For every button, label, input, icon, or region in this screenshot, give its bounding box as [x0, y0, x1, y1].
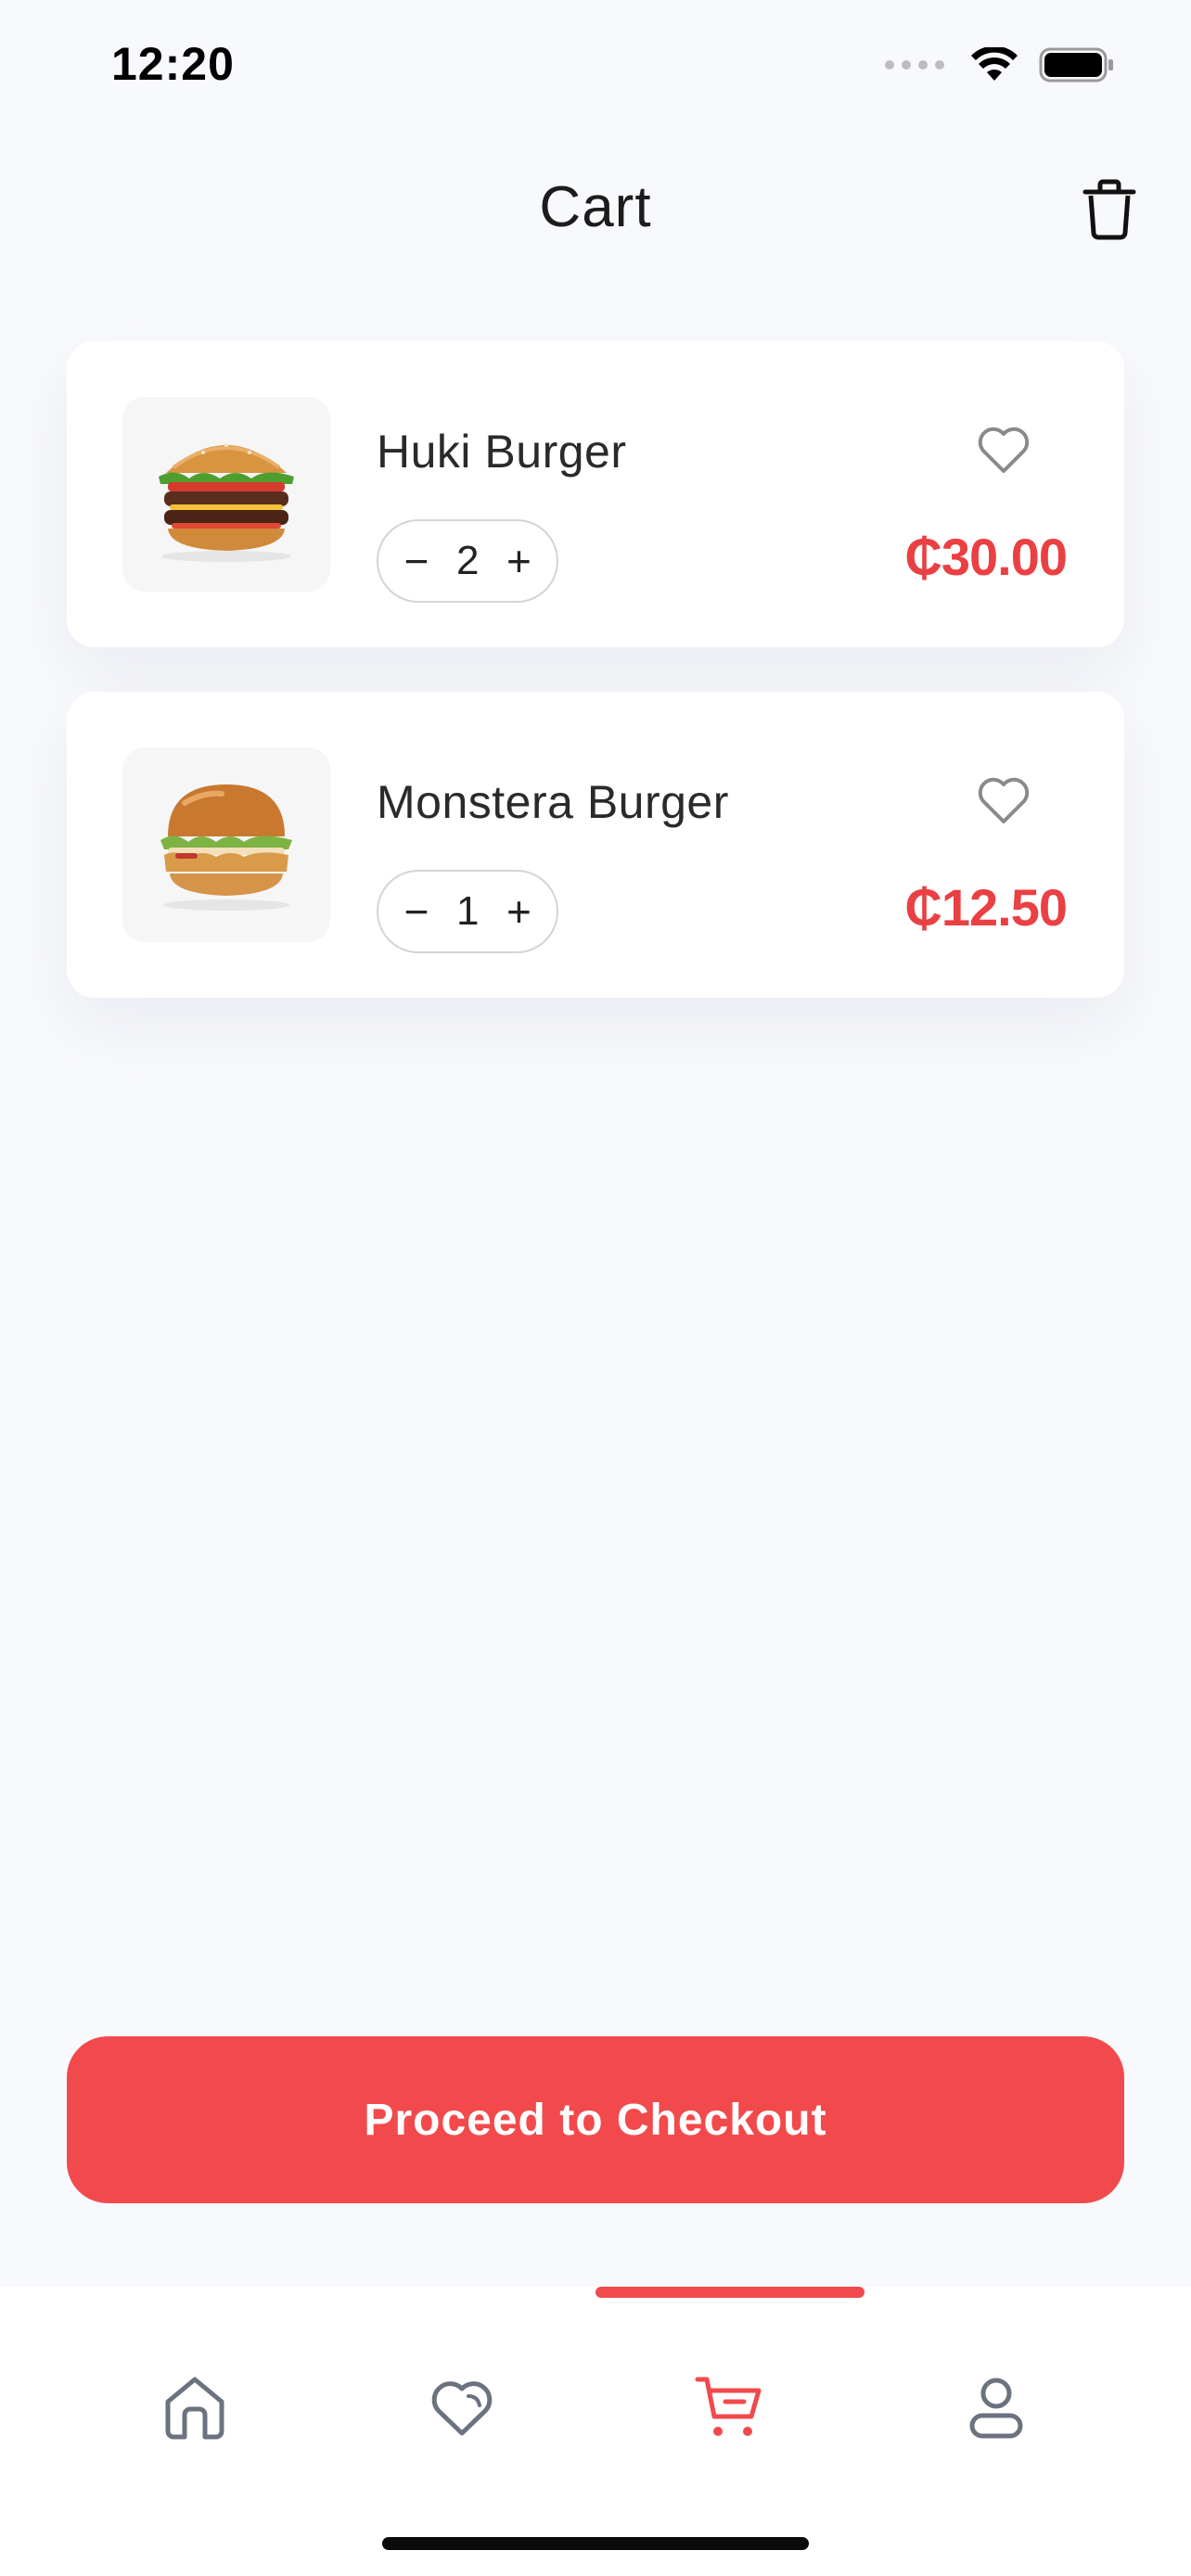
product-image [122, 397, 330, 592]
tab-favorites[interactable] [406, 2352, 518, 2463]
tab-profile[interactable] [941, 2352, 1052, 2463]
page-title: Cart [539, 175, 652, 239]
cart-item[interactable]: Monstera Burger − 1 + ₵12.50 [67, 692, 1124, 998]
item-price: ₵30.00 [904, 528, 1068, 586]
quantity-stepper: − 2 + [377, 519, 559, 603]
heart-icon [431, 2381, 493, 2436]
bottom-tab-bar [0, 2287, 1191, 2576]
quantity-value: 1 [456, 888, 480, 934]
heart-outline-icon [978, 777, 1030, 823]
item-price: ₵12.50 [904, 878, 1068, 937]
status-icons [885, 46, 1115, 83]
tab-home[interactable] [139, 2352, 250, 2463]
burger-chicken-icon [160, 784, 292, 911]
increment-button[interactable]: + [503, 890, 534, 933]
increment-button[interactable]: + [503, 540, 534, 582]
profile-icon [969, 2378, 1023, 2439]
cart-icon [695, 2377, 762, 2436]
cart-item[interactable]: Huki Burger − 2 + ₵30.00 [67, 341, 1124, 647]
heart-outline-icon [978, 427, 1030, 473]
wifi-icon [971, 47, 1018, 81]
trash-icon [1082, 179, 1136, 240]
clear-cart-button[interactable] [1072, 172, 1146, 247]
item-name: Monstera Burger [377, 776, 729, 828]
cellular-signal-icon [885, 60, 944, 70]
item-name: Huki Burger [377, 426, 627, 478]
quantity-stepper: − 1 + [377, 870, 559, 953]
status-time: 12:20 [111, 38, 235, 90]
home-icon [165, 2377, 224, 2440]
cart-list: Huki Burger − 2 + ₵30.00 Monstera Burger… [67, 341, 1124, 1042]
cart-screen: 12:20 Cart Huki Burger − 2 + ₵30.00 Mons… [0, 0, 1191, 2576]
checkout-button[interactable]: Proceed to Checkout [67, 2036, 1124, 2203]
favorite-button[interactable] [976, 423, 1031, 475]
tab-cart[interactable] [673, 2352, 785, 2463]
burger-double-icon [159, 443, 294, 562]
home-indicator [382, 2537, 809, 2550]
quantity-value: 2 [456, 538, 480, 583]
battery-icon [1039, 47, 1113, 83]
status-bar: 12:20 [0, 0, 1191, 139]
decrement-button[interactable]: − [401, 540, 432, 582]
product-image [122, 747, 330, 942]
header: Cart [0, 139, 1191, 287]
decrement-button[interactable]: − [401, 890, 432, 933]
active-tab-indicator [596, 2287, 864, 2298]
favorite-button[interactable] [976, 773, 1031, 825]
